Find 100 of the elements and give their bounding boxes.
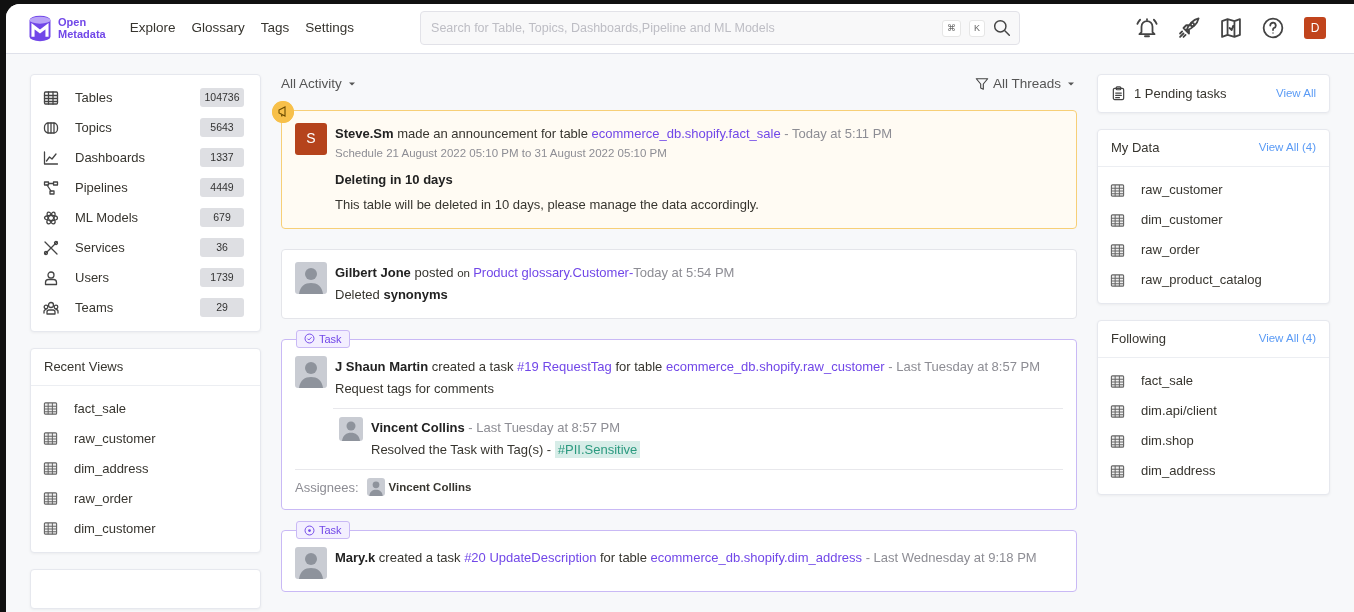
entity-link[interactable]: dim_customer (1141, 210, 1223, 230)
clipboard-icon (1111, 85, 1126, 101)
schedule-text: Schedule 21 August 2022 05:10 PM to 31 August 2022 05:10 PM (335, 145, 668, 161)
entity-link[interactable]: Product glossary.Customer- (473, 264, 634, 280)
entity-link[interactable]: ecommerce_db.shopify.raw_customer (665, 358, 885, 374)
table-icon (1110, 403, 1125, 419)
check-circle-icon (304, 333, 315, 344)
user-avatar (295, 547, 327, 579)
entity-link[interactable]: dim.api/client (1141, 401, 1217, 421)
entity-link[interactable]: #20 UpdateDescription (464, 550, 597, 565)
search-icon[interactable] (993, 19, 1012, 38)
table-icon (1110, 433, 1125, 449)
entity-link[interactable]: raw_product_catalog (1141, 270, 1262, 290)
nav-link[interactable]: Glossary (191, 18, 245, 39)
search-input[interactable]: Search for Table, Topics, Dashboards,Pipeline and ML Models (429, 17, 935, 39)
entity-link[interactable]: raw_order (74, 488, 133, 509)
shortcut-key: K (969, 19, 986, 37)
entity-label[interactable]: Dashboards (75, 147, 184, 168)
threads-filter[interactable]: All Threads (974, 73, 1077, 94)
activity-text: Gilbert Jone posted on Product glossary.Customer-Today at 5:54 PM (335, 263, 736, 282)
nav-link[interactable]: Settings (305, 18, 355, 39)
logo-text: Open (58, 15, 88, 29)
entity-link[interactable]: ecommerce_db.shopify.dim_address (650, 550, 863, 565)
announcement-title: Deleting in 10 days (335, 171, 454, 189)
activity-text: Vincent Collins - Last Tuesday at 8:57 PM (371, 418, 622, 437)
count-badge: 36 (200, 237, 244, 258)
entity-link[interactable]: dim_address (1141, 461, 1216, 481)
card-title: Recent Views (44, 357, 124, 376)
entity-link[interactable]: dim_customer (74, 518, 156, 539)
task-label: Task (296, 521, 350, 539)
pending-tasks-label: 1 Pending tasks (1134, 84, 1228, 103)
count-badge: 4449 (200, 177, 244, 198)
count-badge: 5643 (200, 117, 244, 138)
user-avatar (295, 261, 327, 294)
table-icon (1110, 272, 1125, 288)
table-icon (43, 401, 58, 416)
entity-label[interactable]: ML Models (75, 207, 184, 228)
user-avatar: S (295, 122, 327, 155)
topic-icon (43, 119, 59, 136)
entity-link[interactable]: raw_customer (74, 428, 156, 449)
activity-text: Mary.k created a task #20 UpdateDescription for table ecommerce_db.shopify.dim_address - Last Wednesday at 9:18 PM (335, 549, 1038, 567)
atom-icon (43, 209, 59, 226)
entity-link[interactable]: ecommerce_db.shopify.fact_sale (591, 125, 781, 141)
user-icon (43, 269, 59, 286)
table-icon (43, 491, 58, 506)
task-label: Task (296, 329, 350, 348)
entity-link[interactable]: raw_customer (1141, 180, 1223, 200)
activity-filter[interactable]: All Activity (281, 73, 358, 94)
entity-link[interactable]: dim_address (74, 458, 149, 479)
entity-label[interactable]: Teams (75, 297, 184, 318)
pipeline-icon (43, 179, 59, 196)
entity-label[interactable]: Tables (75, 87, 184, 108)
dot-circle-icon (304, 524, 315, 536)
table-icon (43, 89, 59, 106)
count-badge: 1337 (200, 147, 244, 168)
entity-label[interactable]: Topics (75, 117, 184, 138)
entity-link[interactable]: #19 RequestTag (517, 358, 612, 374)
table-icon (1110, 182, 1125, 198)
entity-link[interactable]: dim.shop (1141, 431, 1194, 451)
bell-icon[interactable] (1136, 17, 1158, 40)
tools-icon (43, 239, 59, 256)
count-badge: 104736 (200, 87, 244, 108)
count-badge: 29 (200, 297, 244, 318)
logo-text: Metadata (58, 28, 106, 41)
activity-text: J Shaun Martin created a task #19 RequestTag for table ecommerce_db.shopify.raw_customer - Last Tuesday at 8:57 PM (335, 357, 1041, 376)
table-icon (1110, 463, 1125, 479)
entity-link[interactable]: fact_sale (74, 398, 127, 419)
message-text: Deleted synonyms (335, 285, 449, 304)
table-icon (43, 521, 58, 536)
message-text: Request tags for comments (335, 379, 495, 398)
entity-link[interactable]: raw_order (1141, 240, 1200, 260)
chart-icon (43, 149, 59, 166)
rocket-icon[interactable] (1178, 17, 1200, 40)
entity-link[interactable]: fact_sale (1141, 371, 1194, 391)
entity-label[interactable]: Services (75, 237, 184, 258)
user-avatar (339, 416, 363, 441)
nav-link[interactable]: Tags (260, 18, 290, 39)
entity-label[interactable]: Pipelines (75, 177, 184, 198)
user-avatar[interactable]: D (1304, 17, 1326, 40)
card-title: My Data (1111, 139, 1160, 158)
team-icon (43, 299, 59, 316)
nav-link[interactable]: Explore (129, 18, 176, 39)
count-badge: 1739 (200, 267, 244, 288)
count-badge: 679 (200, 207, 244, 228)
message-text: This table will be deleted in 10 days, please manage the data accordingly. (335, 195, 760, 214)
entity-label[interactable]: Users (75, 267, 184, 288)
card-title: Following (1111, 330, 1166, 349)
reply-text: Resolved the Task with Tag(s) - (371, 441, 553, 457)
table-icon (1110, 373, 1125, 389)
table-icon (1110, 212, 1125, 228)
shortcut-key: ⌘ (942, 19, 962, 37)
search-bar[interactable]: Search for Table, Topics, Dashboards,Pipeline and ML Models ⌘ K (420, 11, 1021, 46)
user-avatar (295, 355, 327, 388)
activity-text: Steve.Sm made an announcement for table ecommerce_db.shopify.fact_sale - Today at 5:11 PM (335, 124, 894, 143)
assignee-name[interactable]: Vincent Collins (388, 478, 472, 496)
table-icon (1110, 242, 1125, 258)
map-icon[interactable] (1220, 17, 1242, 40)
assignees-label: Assignees: (295, 478, 359, 497)
help-icon[interactable] (1262, 17, 1284, 40)
filter-icon (974, 76, 989, 91)
